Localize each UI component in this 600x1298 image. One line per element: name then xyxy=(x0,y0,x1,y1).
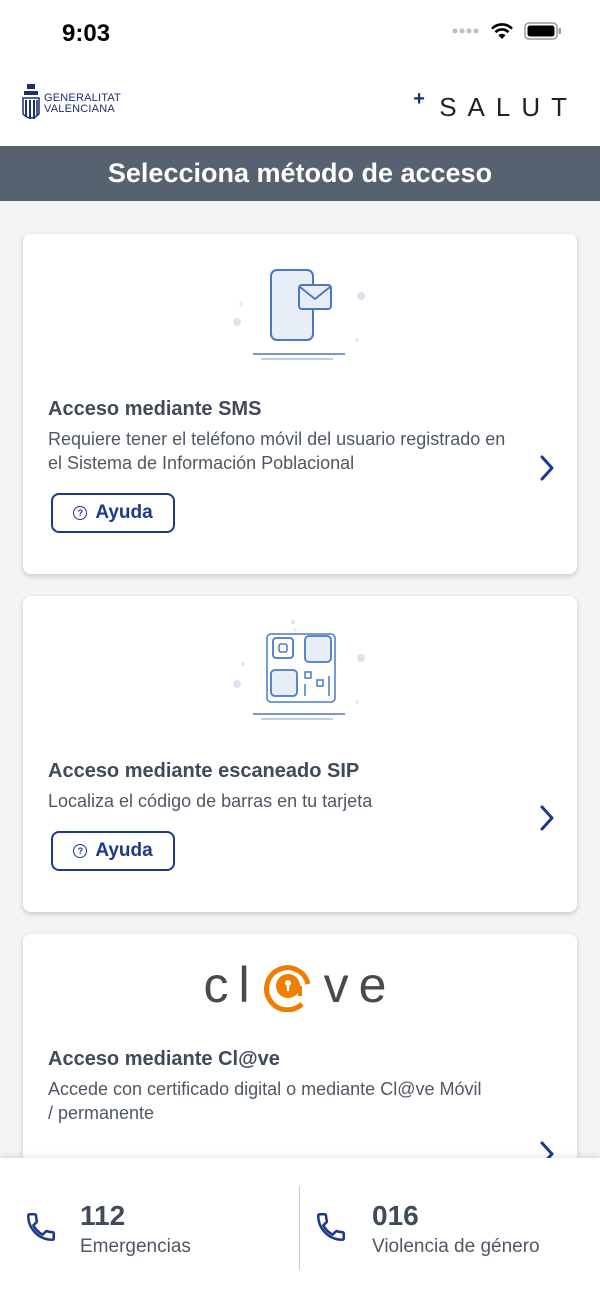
battery-icon xyxy=(524,22,561,40)
chevron-right-icon[interactable] xyxy=(539,454,555,482)
card-description: Localiza el código de barras en tu tarje… xyxy=(48,791,373,811)
card-title: Acceso mediante escaneado SIP xyxy=(48,760,360,782)
help-button-label: Ayuda xyxy=(95,502,153,523)
clave-access-card[interactable]: cl ve Acceso mediante Cl@ve Accede con c… xyxy=(23,934,577,1194)
gva-emblem-icon xyxy=(22,84,40,119)
clave-logo-text-left: cl xyxy=(203,957,260,1013)
page-title-bar: Selecciona método de acceso xyxy=(0,146,600,201)
sms-access-card[interactable]: Acceso mediante SMS Requiere tener el te… xyxy=(23,234,577,574)
help-button[interactable]: ? Ayuda xyxy=(51,493,175,533)
phone-message-icon xyxy=(233,269,365,360)
page-title: Selecciona método de acceso xyxy=(107,158,493,188)
help-button-label: Ayuda xyxy=(95,840,153,861)
emergency-number: 112 xyxy=(80,1200,126,1231)
plus-icon: + xyxy=(413,88,425,110)
help-icon: ? xyxy=(73,506,88,520)
card-description: Accede con certificado digital o mediant… xyxy=(48,1079,482,1123)
status-bar: 9:03 xyxy=(0,0,600,70)
card-title: Acceso mediante Cl@ve xyxy=(48,1048,280,1070)
clave-logo: cl ve xyxy=(23,956,577,1014)
gender-violence-call-button[interactable]: 016 Violencia de género xyxy=(300,1158,600,1278)
signal-icon xyxy=(452,28,479,34)
chevron-right-icon[interactable] xyxy=(539,804,555,832)
help-icon: ? xyxy=(73,844,88,858)
card-title: Acceso mediante SMS xyxy=(48,398,262,420)
generalitat-valenciana-logo: GENERALITAT VALENCIANA xyxy=(22,84,121,124)
clave-at-icon xyxy=(263,965,311,1013)
help-button[interactable]: ? Ayuda xyxy=(51,831,175,871)
emergency-call-button[interactable]: 112 Emergencias xyxy=(0,1158,300,1278)
wifi-icon xyxy=(491,23,513,39)
emergency-label: Emergencias xyxy=(80,1236,191,1257)
status-icons xyxy=(452,22,562,40)
emergency-footer: 112 Emergencias 016 Violencia de género xyxy=(0,1158,600,1298)
app-header: GENERALITAT VALENCIANA + SALUT xyxy=(0,70,600,146)
phone-icon xyxy=(316,1212,346,1242)
sip-scan-access-card[interactable]: Acceso mediante escaneado SIP Localiza e… xyxy=(23,596,577,912)
qr-code-icon xyxy=(233,620,365,720)
gender-violence-label: Violencia de género xyxy=(372,1236,540,1257)
status-time: 9:03 xyxy=(62,20,111,47)
gender-violence-number: 016 xyxy=(372,1200,419,1231)
gva-logo-line2: VALENCIANA xyxy=(44,103,115,115)
phone-icon xyxy=(26,1212,56,1242)
salut-logo-text: SALUT xyxy=(439,92,578,122)
salut-logo: + SALUT xyxy=(413,88,578,123)
card-description: Requiere tener el teléfono móvil del usu… xyxy=(48,429,506,473)
clave-logo-text-right: ve xyxy=(323,957,397,1013)
